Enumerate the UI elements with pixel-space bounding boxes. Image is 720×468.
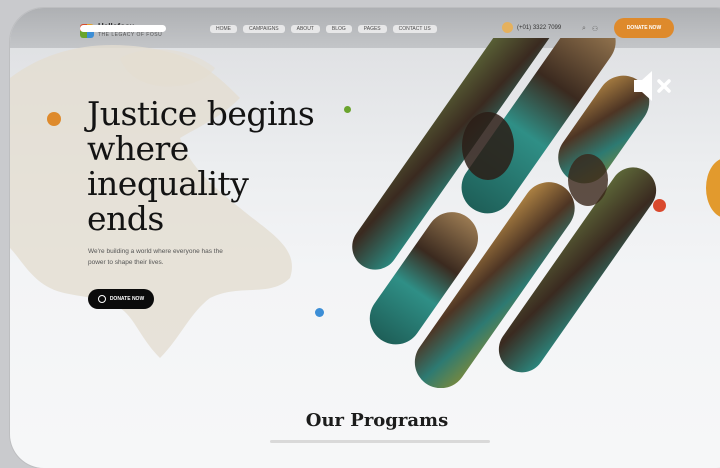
mute-toggle-icon[interactable]	[632, 66, 676, 106]
nav-item-contact[interactable]: CONTACT US	[392, 25, 437, 33]
nav-item-pages[interactable]: PAGES	[357, 25, 387, 33]
header-tools: ⌕ ⚇	[582, 25, 598, 33]
user-icon[interactable]: ⚇	[592, 25, 598, 33]
search-icon[interactable]: ⌕	[582, 25, 586, 33]
phone-number: (+01) 3322 7099	[517, 24, 562, 31]
hero-image-collage	[352, 38, 657, 388]
programs-title: Our Programs	[305, 410, 449, 431]
hero-donate-label: DONATE NOW	[109, 296, 145, 302]
logo-overlay-bar	[80, 25, 166, 32]
nav-item-home[interactable]: HOME	[210, 25, 237, 33]
programs-subtitle-line	[270, 440, 490, 443]
decor-dot-blue	[315, 308, 324, 317]
header-phone[interactable]: (+01) 3322 7099	[502, 22, 561, 33]
hero-subtitle: We're building a world where everyone ha…	[88, 248, 223, 266]
page-frame: Hellofosu THE LEGACY OF FOSU HOME CAMPAI…	[10, 8, 720, 468]
nav-item-blog[interactable]: BLOG	[325, 25, 352, 33]
header-donate-button[interactable]: DONATE NOW	[614, 18, 674, 38]
decor-dot-orange	[47, 112, 61, 126]
nav-item-campaigns[interactable]: CAMPAIGNS	[243, 25, 285, 33]
logo-tagline: THE LEGACY OF FOSU	[98, 32, 163, 38]
main-nav: HOME CAMPAIGNS ABOUT BLOG PAGES CONTACT …	[210, 25, 437, 33]
phone-icon	[502, 22, 513, 33]
hero-title: Justice begins where inequality ends	[87, 94, 315, 238]
heart-icon	[97, 295, 106, 303]
hero-donate-button[interactable]: DONATE NOW	[88, 289, 154, 309]
decor-arc-orange	[706, 158, 720, 218]
nav-item-about[interactable]: ABOUT	[290, 25, 320, 33]
